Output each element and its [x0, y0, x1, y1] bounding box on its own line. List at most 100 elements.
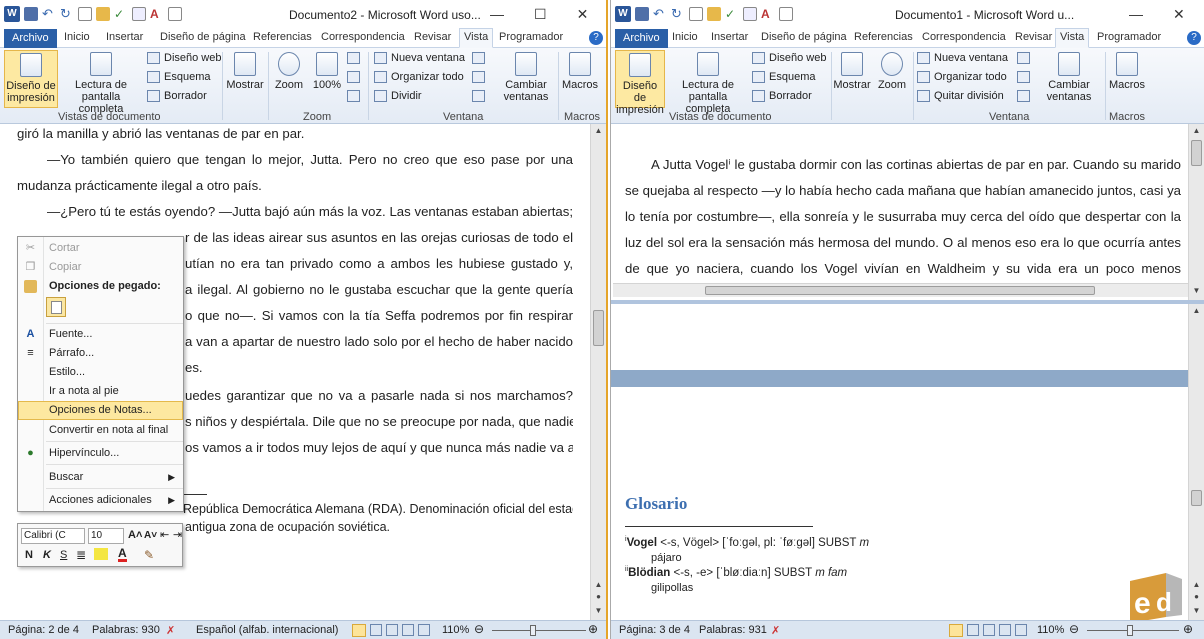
zoom-out-icon[interactable]: ⊖ — [474, 622, 484, 636]
increase-indent-icon[interactable]: ⇥ — [173, 528, 182, 541]
tab-diseno-pagina[interactable]: Diseño de página — [160, 31, 246, 43]
help-icon[interactable]: ? — [589, 31, 603, 45]
outline-button[interactable]: Esquema — [147, 71, 210, 83]
format-painter-icon[interactable]: ✎ — [144, 548, 154, 562]
save-icon[interactable] — [24, 7, 38, 21]
tab-insertar[interactable]: Insertar — [106, 31, 143, 43]
zoom-slider[interactable] — [492, 630, 586, 631]
menu-item-parrafo[interactable]: ≡ Párrafo... — [18, 344, 183, 363]
tab-vista[interactable]: Vista — [1055, 28, 1090, 48]
tab-revisar[interactable]: Revisar — [1015, 31, 1052, 43]
print-preview-icon[interactable] — [132, 7, 146, 21]
save-icon[interactable] — [635, 7, 649, 21]
tab-inicio[interactable]: Inicio — [672, 31, 698, 43]
web-view-icon[interactable] — [386, 624, 398, 636]
zoom-level[interactable]: 110% — [442, 624, 469, 636]
proofing-icon[interactable]: ✗ — [771, 624, 780, 637]
print-layout-button[interactable]: Diseño de impresión — [615, 50, 665, 116]
h-scroll-thumb[interactable] — [705, 286, 1095, 295]
spellcheck-icon[interactable]: ✓ — [725, 7, 739, 21]
bold-icon[interactable]: N — [25, 549, 33, 561]
tab-programador[interactable]: Programador — [1097, 31, 1161, 43]
word-icon[interactable]: W — [4, 6, 20, 22]
font-size-box[interactable]: 10 — [88, 528, 124, 544]
shrink-font-icon[interactable]: A˅ — [144, 530, 157, 541]
zoom-100-button[interactable]: 100% — [310, 52, 344, 91]
menu-item-convertir-nota[interactable]: Convertir en nota al final — [18, 421, 183, 440]
tab-insertar[interactable]: Insertar — [711, 31, 748, 43]
italic-icon[interactable]: K — [43, 549, 51, 561]
outline-view-icon[interactable] — [402, 624, 414, 636]
menu-item-cortar[interactable]: ✂ Cortar — [18, 239, 183, 258]
undo-icon[interactable]: ↶ — [653, 7, 667, 21]
page-count[interactable]: Página: 2 de 4 — [8, 624, 79, 636]
minimize-icon[interactable]: — — [490, 6, 504, 23]
zoom-button[interactable]: Zoom — [875, 52, 909, 91]
tab-archivo[interactable]: Archivo — [4, 29, 57, 48]
one-page-button[interactable] — [347, 52, 360, 64]
outline-view-icon[interactable] — [999, 624, 1011, 636]
tab-referencias[interactable]: Referencias — [253, 31, 312, 43]
menu-item-acciones[interactable]: Acciones adicionales ▶ — [18, 491, 183, 510]
print-layout-view-icon[interactable] — [949, 624, 963, 637]
menu-item-buscar[interactable]: Buscar ▶ — [18, 468, 183, 487]
tab-correspondencia[interactable]: Correspondencia — [321, 31, 405, 43]
font-color-icon[interactable]: A — [150, 7, 164, 21]
maximize-icon[interactable]: ☐ — [534, 6, 547, 23]
proofing-icon[interactable]: ✗ — [166, 624, 175, 637]
print-preview-icon[interactable] — [743, 7, 757, 21]
switch-windows-button[interactable]: Cambiar ventanas — [498, 52, 554, 103]
tab-correspondencia[interactable]: Correspondencia — [922, 31, 1006, 43]
close-icon[interactable]: ✕ — [1173, 6, 1185, 23]
vertical-scrollbar[interactable]: ▲ ▲ ● ▼ — [590, 124, 606, 620]
zoom-button[interactable]: Zoom — [272, 52, 306, 91]
menu-item-ir-nota[interactable]: Ir a nota al pie — [18, 382, 183, 401]
zoom-out-icon[interactable]: ⊖ — [1069, 622, 1079, 636]
open-folder-icon[interactable] — [707, 7, 721, 21]
font-color-icon[interactable]: A — [761, 7, 775, 21]
close-icon[interactable]: ✕ — [577, 6, 589, 23]
spellcheck-icon[interactable]: ✓ — [114, 7, 128, 21]
new-window-button[interactable]: Nueva ventana — [374, 52, 465, 64]
sync-scroll-button[interactable] — [472, 71, 485, 83]
tab-diseno-pagina[interactable]: Diseño de página — [761, 31, 847, 43]
switch-windows-button[interactable]: Cambiar ventanas — [1041, 52, 1097, 103]
browse-object-icon[interactable]: ● — [593, 592, 604, 602]
horizontal-scrollbar[interactable] — [613, 283, 1189, 297]
grow-font-icon[interactable]: A˄ — [128, 529, 142, 541]
print-layout-view-icon[interactable] — [352, 624, 366, 637]
word-icon[interactable]: W — [615, 6, 631, 22]
redo-icon[interactable]: ↻ — [60, 7, 74, 21]
vertical-scrollbar-top[interactable]: ▲ ▼ — [1188, 124, 1204, 300]
page-count[interactable]: Página: 3 de 4 — [619, 624, 690, 636]
draft-button[interactable]: Borrador — [147, 90, 207, 102]
full-reading-button[interactable]: Lectura de pantalla completa — [667, 52, 749, 115]
split-bar[interactable] — [611, 300, 1204, 304]
underline-icon[interactable]: S — [60, 549, 67, 561]
show-button[interactable]: Mostrar — [226, 52, 264, 91]
zoom-slider-thumb[interactable] — [530, 625, 536, 636]
scroll-thumb[interactable] — [1191, 490, 1202, 506]
open-folder-icon[interactable] — [96, 7, 110, 21]
next-page-icon[interactable]: ▼ — [1191, 606, 1202, 616]
menu-item-opciones-notas[interactable]: Opciones de Notas... — [18, 401, 183, 420]
arrange-all-button[interactable]: Organizar todo — [917, 71, 1007, 83]
scroll-up-icon[interactable]: ▲ — [1191, 126, 1202, 136]
browse-object-icon[interactable]: ● — [1191, 592, 1202, 602]
tab-inicio[interactable]: Inicio — [64, 31, 90, 43]
reset-window-button[interactable] — [472, 90, 485, 102]
web-view-icon[interactable] — [983, 624, 995, 636]
web-layout-button[interactable]: Diseño web — [147, 52, 221, 64]
menu-item-copiar[interactable]: ❐ Copiar — [18, 258, 183, 277]
view-side-by-side-button[interactable] — [1017, 52, 1030, 64]
minimize-icon[interactable]: — — [1129, 6, 1143, 23]
scroll-up-icon[interactable]: ▲ — [1191, 306, 1202, 316]
tab-revisar[interactable]: Revisar — [414, 31, 451, 43]
zoom-slider-thumb[interactable] — [1127, 625, 1133, 636]
macros-button[interactable]: Macros — [560, 52, 600, 91]
remove-split-button[interactable]: Quitar división — [917, 90, 1004, 102]
draft-view-icon[interactable] — [1015, 624, 1027, 636]
format-icon[interactable] — [779, 7, 793, 21]
format-icon[interactable] — [168, 7, 182, 21]
two-pages-button[interactable] — [347, 71, 360, 83]
